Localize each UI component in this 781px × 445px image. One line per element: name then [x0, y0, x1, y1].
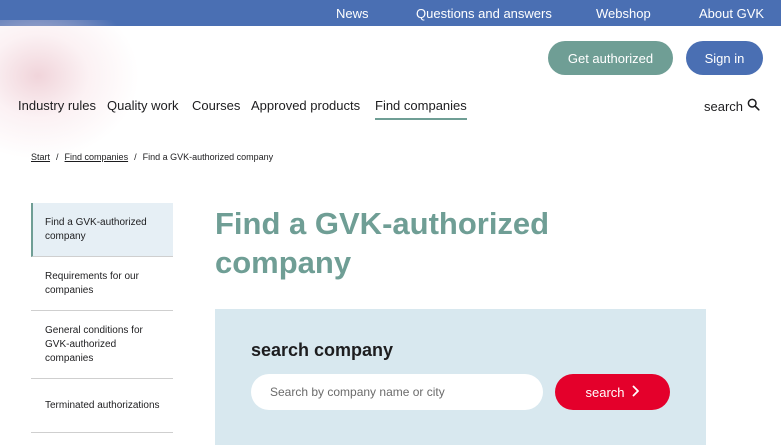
sidebar-item-requirements[interactable]: Requirements for our companies: [31, 257, 173, 311]
nav-item-industry-rules[interactable]: Industry rules: [18, 98, 96, 113]
logo-glow-decoration: [0, 20, 140, 160]
sidebar-item-label: Find a GVK-authorized company: [45, 216, 147, 242]
breadcrumb-start[interactable]: Start: [31, 152, 50, 162]
company-search-input[interactable]: [251, 374, 543, 410]
topbar-link-webshop[interactable]: Webshop: [596, 6, 651, 21]
sign-in-button[interactable]: Sign in: [686, 41, 763, 75]
chevron-right-icon: [632, 385, 640, 400]
nav-item-courses[interactable]: Courses: [192, 98, 240, 113]
search-panel-heading: search company: [251, 340, 394, 360]
nav-search-button[interactable]: search: [704, 98, 760, 114]
nav-item-approved-products[interactable]: Approved products: [251, 98, 360, 113]
breadcrumb-current: Find a GVK-authorized company: [142, 152, 274, 162]
sidebar-item-find-authorized-company[interactable]: Find a GVK-authorized company: [31, 203, 173, 257]
topbar-link-questions-and-answers[interactable]: Questions and answers: [416, 6, 552, 21]
page-title: Find a GVK-authorized company: [215, 206, 550, 280]
breadcrumb-separator: /: [56, 152, 59, 162]
nav-item-quality-work[interactable]: Quality work: [107, 98, 179, 113]
sidebar-item-terminated-authorizations[interactable]: Terminated authorizations: [31, 379, 173, 433]
sidebar-menu: Find a GVK-authorized company Requiremen…: [31, 203, 173, 433]
sidebar-item-label: Terminated authorizations: [45, 399, 160, 411]
search-icon: [747, 98, 760, 114]
search-button-label: search: [585, 384, 625, 400]
topbar-link-news[interactable]: News: [336, 6, 369, 21]
nav-search-label: search: [704, 98, 744, 114]
nav-item-find-companies[interactable]: Find companies: [375, 98, 467, 120]
breadcrumb: Start / Find companies / Find a GVK-auth…: [31, 152, 273, 162]
sidebar-item-label: General conditions for GVK-authorized co…: [45, 324, 143, 364]
topbar-link-about-gvk[interactable]: About GVK: [699, 6, 764, 21]
get-authorized-button[interactable]: Get authorized: [548, 41, 673, 75]
breadcrumb-find-companies[interactable]: Find companies: [65, 152, 129, 162]
search-submit-button[interactable]: search: [555, 374, 670, 410]
sidebar-item-general-conditions[interactable]: General conditions for GVK-authorized co…: [31, 311, 173, 379]
breadcrumb-separator: /: [134, 152, 137, 162]
search-company-panel: search company search: [215, 309, 706, 445]
sidebar-item-label: Requirements for our companies: [45, 270, 139, 296]
